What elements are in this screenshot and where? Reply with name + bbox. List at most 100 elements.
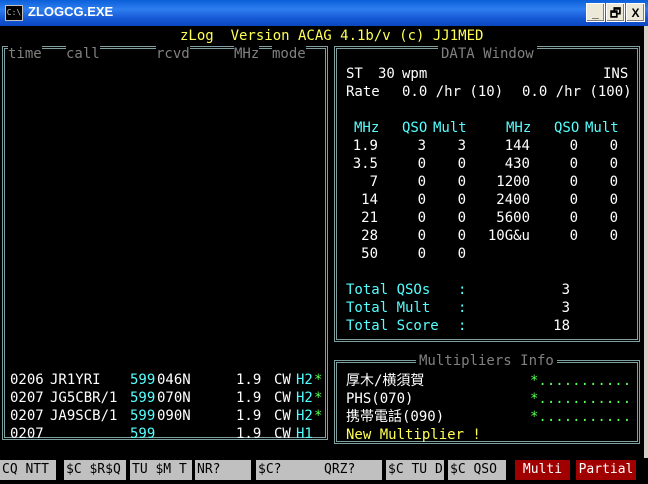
log-time: 0207 [10,426,44,442]
log-rst: 599 [130,372,156,388]
band-qso: 0 [569,138,578,154]
function-key-10[interactable]: Partial [576,460,636,480]
console-screen[interactable]: zLog Version ACAG 4.1b/v (c) JJ1MED time… [0,26,644,458]
log-mode: CW [274,426,291,442]
log-power: H1 [296,426,313,442]
band-mult: 0 [609,210,618,226]
band-qso: 3 [417,138,426,154]
band-mhz: 2400 [496,192,530,208]
total-colon: : [458,318,467,334]
log-call: JA9SCB/1 [50,408,118,424]
function-key-9[interactable]: Multi [515,460,570,480]
log-rst: 599 [130,390,156,406]
log-number: 046N [157,372,191,388]
multiplier-name: 厚木/横須賀 [346,373,425,389]
band-qso: 0 [417,156,426,172]
band-header-qso: QSO [402,120,428,136]
log-mhz: 1.9 [236,408,262,424]
total-label: Total Mult [346,300,431,316]
total-label: Total Score [346,318,439,334]
log-mode: CW [274,408,291,424]
band-mhz: 144 [504,138,530,154]
multiplier-name: PHS(070) [346,391,414,407]
total-value: 3 [561,300,570,316]
band-mult: 0 [609,156,618,172]
band-mhz: 14 [361,192,378,208]
band-qso: 0 [417,174,426,190]
band-qso: 0 [569,210,578,226]
band-header-mult: Mult [433,120,467,136]
ins-indicator: INS [603,66,629,82]
function-key-8[interactable]: $C QSO [448,460,506,480]
close-button[interactable]: X [626,3,645,22]
band-mhz: 430 [504,156,530,172]
st-unit: wpm [402,66,428,82]
log-column-mode: mode [272,45,306,63]
log-number: 070N [157,390,191,406]
total-label: Total QSOs [346,282,431,298]
band-qso: 0 [569,174,578,190]
log-call: JR1YRI [50,372,101,388]
maximize-button[interactable]: 🗗 [606,3,625,22]
multiplier-name: 携帯電話(090) [346,409,445,425]
log-number: 090N [157,408,191,424]
minimize-button[interactable]: _ [586,3,605,22]
band-qso: 0 [569,192,578,208]
function-key-bar: CQ NTT $C $R$Q TU $M T NR? $C? QRZ? $C TU D $C … [0,458,648,484]
rate-label: Rate [346,84,380,100]
band-mult: 0 [457,174,466,190]
band-mult: 0 [457,192,466,208]
band-mult: 0 [457,246,466,262]
data-window-title: DATA Window [438,45,537,63]
multipliers-title: Multipliers Info [416,352,557,370]
log-power: H2 [296,372,313,388]
band-mult: 0 [457,228,466,244]
log-mhz: 1.9 [236,426,262,442]
log-new-mult-star: * [314,390,323,406]
log-column-call: call [66,45,100,63]
function-key-7[interactable]: $C TU D [386,460,444,480]
total-colon: : [458,300,467,316]
band-qso: 0 [417,228,426,244]
band-mhz: 3.5 [352,156,378,172]
total-value: 3 [561,282,570,298]
band-mhz: 50 [361,246,378,262]
total-colon: : [458,282,467,298]
band-qso: 0 [417,210,426,226]
log-time: 0207 [10,390,44,406]
rate-10: 0.0 /hr (10) [402,84,504,100]
log-column-mhz: MHz [234,45,260,63]
band-mult: 3 [457,138,466,154]
log-mode: CW [274,372,291,388]
scrollbar[interactable] [644,26,648,458]
log-rst: 599 [130,426,156,442]
function-key-3[interactable]: TU $M T [130,460,192,480]
band-qso: 0 [569,156,578,172]
band-mhz: 28 [361,228,378,244]
function-key-2[interactable]: $C $R$Q [64,460,126,480]
function-key-4[interactable]: NR? [195,460,251,480]
log-time: 0207 [10,408,44,424]
function-key-5[interactable]: $C? [256,460,326,480]
band-header-qso-2: QSO [554,120,580,136]
band-mult: 0 [609,174,618,190]
log-mhz: 1.9 [236,372,262,388]
log-rst: 599 [130,408,156,424]
log-mhz: 1.9 [236,390,262,406]
log-column-rcvd: rcvd [156,45,190,63]
band-mhz: 10G&u [487,228,530,244]
multiplier-marks: *........... [530,409,632,425]
band-mult: 0 [457,156,466,172]
band-mhz: 5600 [496,210,530,226]
log-new-mult-star: * [314,408,323,424]
window-title: ZLOGCG.EXE [28,4,114,19]
st-value: 30 [378,66,395,82]
function-key-6[interactable]: QRZ? [322,460,382,480]
console-app-icon[interactable]: C:\ [5,5,23,21]
log-new-mult-star: * [314,372,323,388]
app-header-title: zLog Version ACAG 4.1b/v (c) JJ1MED [180,28,484,44]
function-key-1[interactable]: CQ NTT [0,460,56,480]
title-bar[interactable]: C:\ ZLOGCG.EXE _ 🗗 X [0,0,648,26]
band-mhz: 21 [361,210,378,226]
log-power: H2 [296,390,313,406]
